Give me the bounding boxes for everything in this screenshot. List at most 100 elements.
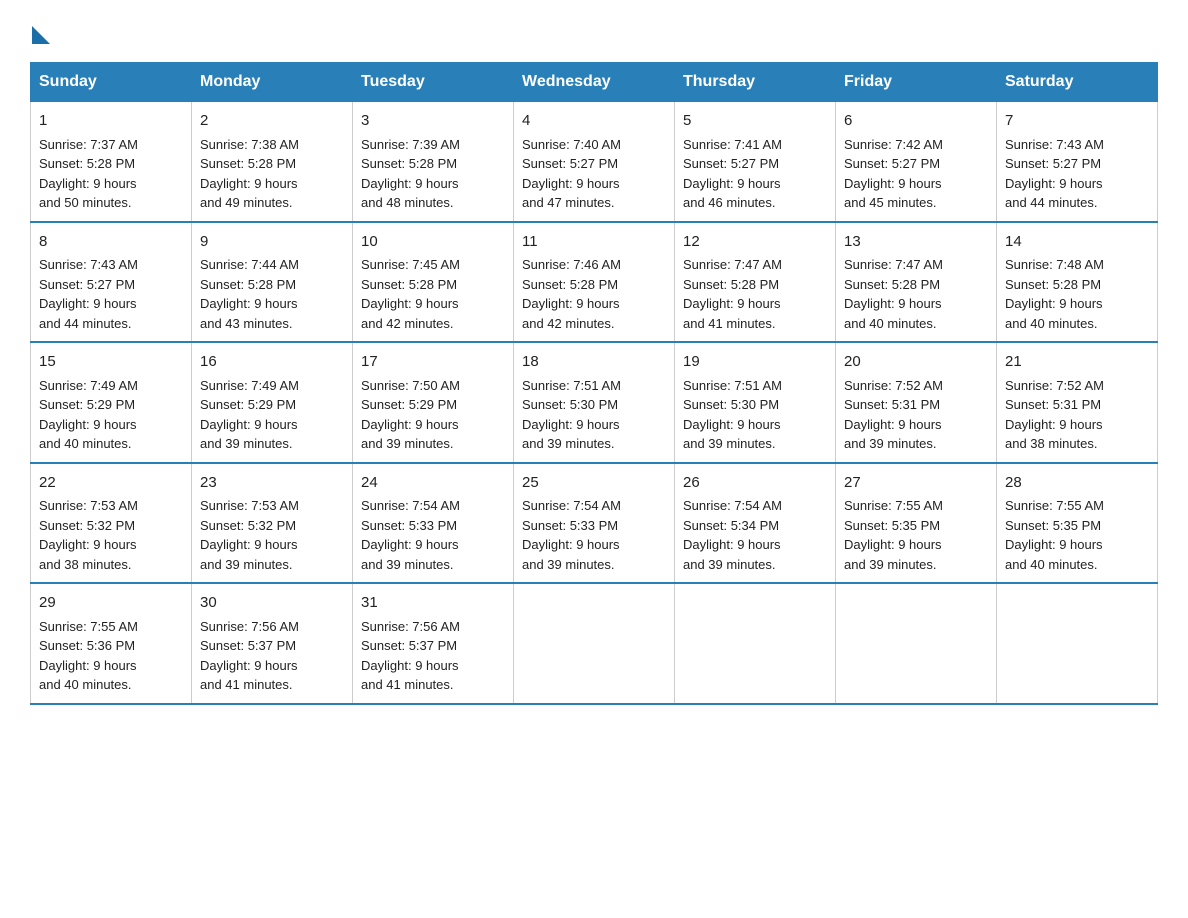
day-sunset: Sunset: 5:27 PM	[844, 154, 988, 174]
calendar-cell: 14 Sunrise: 7:48 AM Sunset: 5:28 PM Dayl…	[997, 222, 1158, 343]
calendar-cell: 6 Sunrise: 7:42 AM Sunset: 5:27 PM Dayli…	[836, 102, 997, 222]
day-daylight-cont: and 39 minutes.	[522, 555, 666, 575]
calendar-header-tuesday: Tuesday	[353, 63, 514, 102]
day-daylight: Daylight: 9 hours	[200, 535, 344, 555]
day-number: 20	[844, 351, 988, 374]
day-sunrise: Sunrise: 7:43 AM	[1005, 135, 1149, 155]
day-daylight-cont: and 49 minutes.	[200, 193, 344, 213]
calendar-cell: 11 Sunrise: 7:46 AM Sunset: 5:28 PM Dayl…	[514, 222, 675, 343]
day-daylight-cont: and 40 minutes.	[39, 675, 183, 695]
day-daylight-cont: and 40 minutes.	[1005, 555, 1149, 575]
day-sunrise: Sunrise: 7:37 AM	[39, 135, 183, 155]
day-number: 17	[361, 351, 505, 374]
calendar-header-friday: Friday	[836, 63, 997, 102]
day-number: 13	[844, 231, 988, 254]
calendar-cell: 31 Sunrise: 7:56 AM Sunset: 5:37 PM Dayl…	[353, 583, 514, 704]
day-number: 15	[39, 351, 183, 374]
day-sunrise: Sunrise: 7:40 AM	[522, 135, 666, 155]
day-number: 10	[361, 231, 505, 254]
calendar-cell	[836, 583, 997, 704]
day-sunset: Sunset: 5:27 PM	[522, 154, 666, 174]
calendar-cell: 20 Sunrise: 7:52 AM Sunset: 5:31 PM Dayl…	[836, 342, 997, 463]
day-sunset: Sunset: 5:30 PM	[683, 395, 827, 415]
day-daylight: Daylight: 9 hours	[361, 535, 505, 555]
day-daylight-cont: and 39 minutes.	[361, 434, 505, 454]
day-sunset: Sunset: 5:28 PM	[522, 275, 666, 295]
day-sunset: Sunset: 5:28 PM	[683, 275, 827, 295]
day-sunset: Sunset: 5:28 PM	[361, 154, 505, 174]
day-number: 29	[39, 592, 183, 615]
day-sunset: Sunset: 5:28 PM	[39, 154, 183, 174]
day-sunrise: Sunrise: 7:51 AM	[522, 376, 666, 396]
day-daylight-cont: and 39 minutes.	[200, 555, 344, 575]
day-daylight: Daylight: 9 hours	[1005, 174, 1149, 194]
day-daylight-cont: and 41 minutes.	[361, 675, 505, 695]
calendar-cell: 1 Sunrise: 7:37 AM Sunset: 5:28 PM Dayli…	[31, 102, 192, 222]
calendar-cell: 22 Sunrise: 7:53 AM Sunset: 5:32 PM Dayl…	[31, 463, 192, 584]
day-sunset: Sunset: 5:31 PM	[844, 395, 988, 415]
day-sunset: Sunset: 5:34 PM	[683, 516, 827, 536]
day-number: 5	[683, 110, 827, 133]
day-number: 16	[200, 351, 344, 374]
calendar-week-row: 29 Sunrise: 7:55 AM Sunset: 5:36 PM Dayl…	[31, 583, 1158, 704]
calendar-cell: 3 Sunrise: 7:39 AM Sunset: 5:28 PM Dayli…	[353, 102, 514, 222]
day-sunset: Sunset: 5:33 PM	[361, 516, 505, 536]
day-number: 8	[39, 231, 183, 254]
day-daylight: Daylight: 9 hours	[39, 415, 183, 435]
calendar-cell	[675, 583, 836, 704]
day-daylight-cont: and 38 minutes.	[1005, 434, 1149, 454]
calendar-cell: 12 Sunrise: 7:47 AM Sunset: 5:28 PM Dayl…	[675, 222, 836, 343]
day-daylight-cont: and 40 minutes.	[1005, 314, 1149, 334]
day-daylight: Daylight: 9 hours	[844, 415, 988, 435]
day-sunrise: Sunrise: 7:44 AM	[200, 255, 344, 275]
day-daylight-cont: and 45 minutes.	[844, 193, 988, 213]
calendar-cell: 24 Sunrise: 7:54 AM Sunset: 5:33 PM Dayl…	[353, 463, 514, 584]
day-daylight: Daylight: 9 hours	[683, 415, 827, 435]
day-number: 9	[200, 231, 344, 254]
calendar-cell: 28 Sunrise: 7:55 AM Sunset: 5:35 PM Dayl…	[997, 463, 1158, 584]
day-daylight: Daylight: 9 hours	[522, 415, 666, 435]
day-number: 24	[361, 472, 505, 495]
calendar-cell: 4 Sunrise: 7:40 AM Sunset: 5:27 PM Dayli…	[514, 102, 675, 222]
day-daylight-cont: and 41 minutes.	[200, 675, 344, 695]
day-sunset: Sunset: 5:30 PM	[522, 395, 666, 415]
calendar-cell: 15 Sunrise: 7:49 AM Sunset: 5:29 PM Dayl…	[31, 342, 192, 463]
day-daylight: Daylight: 9 hours	[200, 174, 344, 194]
day-number: 6	[844, 110, 988, 133]
day-sunrise: Sunrise: 7:38 AM	[200, 135, 344, 155]
day-number: 2	[200, 110, 344, 133]
day-sunrise: Sunrise: 7:52 AM	[1005, 376, 1149, 396]
day-sunset: Sunset: 5:32 PM	[39, 516, 183, 536]
day-sunrise: Sunrise: 7:53 AM	[200, 496, 344, 516]
calendar-cell: 10 Sunrise: 7:45 AM Sunset: 5:28 PM Dayl…	[353, 222, 514, 343]
calendar-cell: 19 Sunrise: 7:51 AM Sunset: 5:30 PM Dayl…	[675, 342, 836, 463]
day-number: 3	[361, 110, 505, 133]
day-daylight-cont: and 47 minutes.	[522, 193, 666, 213]
day-sunset: Sunset: 5:31 PM	[1005, 395, 1149, 415]
day-daylight: Daylight: 9 hours	[522, 535, 666, 555]
day-daylight: Daylight: 9 hours	[683, 174, 827, 194]
day-daylight: Daylight: 9 hours	[683, 535, 827, 555]
day-number: 7	[1005, 110, 1149, 133]
day-daylight-cont: and 41 minutes.	[683, 314, 827, 334]
day-sunrise: Sunrise: 7:52 AM	[844, 376, 988, 396]
calendar-cell	[997, 583, 1158, 704]
day-daylight-cont: and 42 minutes.	[361, 314, 505, 334]
day-daylight: Daylight: 9 hours	[522, 174, 666, 194]
day-daylight: Daylight: 9 hours	[1005, 535, 1149, 555]
day-daylight: Daylight: 9 hours	[361, 415, 505, 435]
day-daylight-cont: and 40 minutes.	[39, 434, 183, 454]
day-sunset: Sunset: 5:37 PM	[361, 636, 505, 656]
day-sunrise: Sunrise: 7:46 AM	[522, 255, 666, 275]
day-daylight: Daylight: 9 hours	[200, 656, 344, 676]
day-number: 14	[1005, 231, 1149, 254]
day-daylight-cont: and 46 minutes.	[683, 193, 827, 213]
calendar-week-row: 15 Sunrise: 7:49 AM Sunset: 5:29 PM Dayl…	[31, 342, 1158, 463]
calendar-header-sunday: Sunday	[31, 63, 192, 102]
day-sunrise: Sunrise: 7:45 AM	[361, 255, 505, 275]
day-daylight-cont: and 50 minutes.	[39, 193, 183, 213]
day-sunrise: Sunrise: 7:54 AM	[522, 496, 666, 516]
day-sunrise: Sunrise: 7:43 AM	[39, 255, 183, 275]
calendar-cell: 7 Sunrise: 7:43 AM Sunset: 5:27 PM Dayli…	[997, 102, 1158, 222]
calendar-header-saturday: Saturday	[997, 63, 1158, 102]
